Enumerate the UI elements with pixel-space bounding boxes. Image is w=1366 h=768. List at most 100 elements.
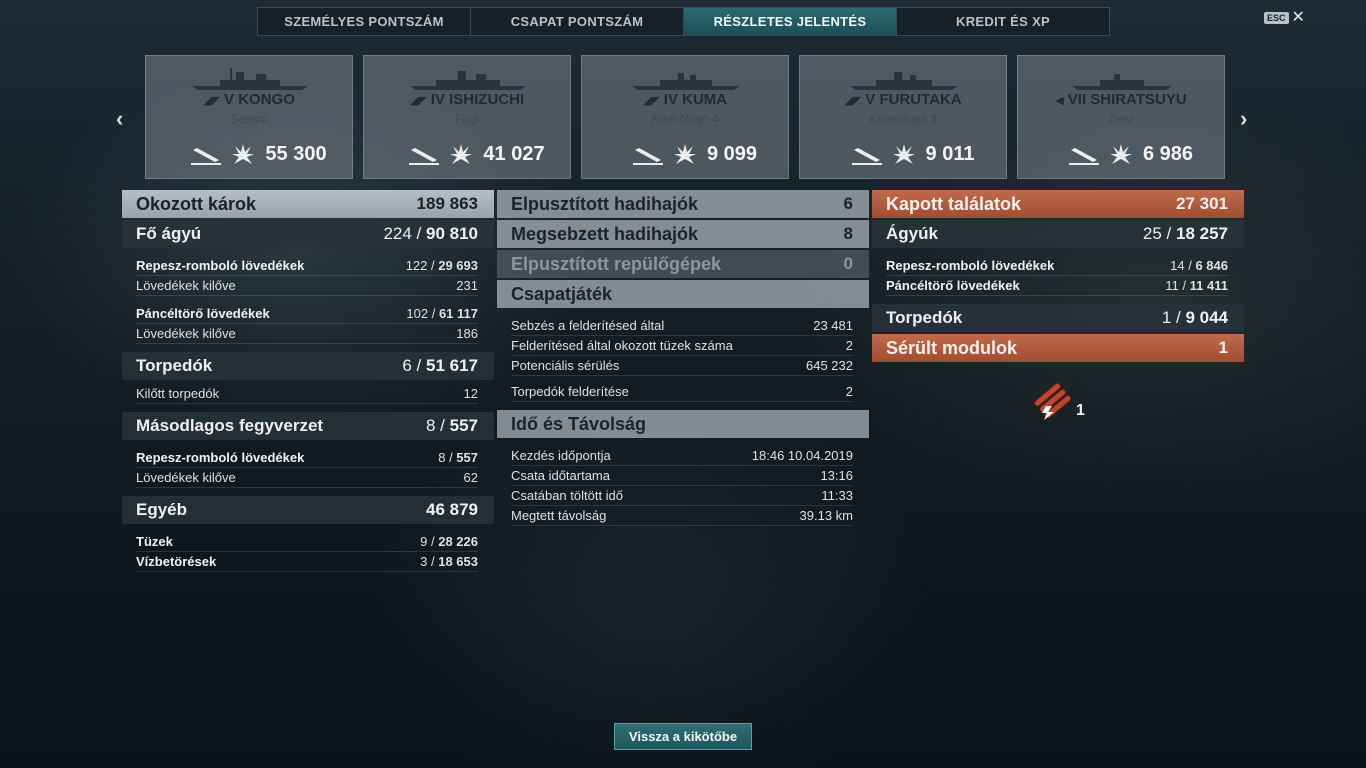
ship-silhouette-icon	[192, 68, 308, 90]
ship-card[interactable]: ◢◤ V FURUTAKA Kísérőhajó 3 9 011	[799, 55, 1007, 179]
return-to-port-button[interactable]: Vissza a kikötőbe	[614, 723, 752, 750]
flooding-count: 3	[420, 554, 428, 569]
destroyer-icon: ◀	[1055, 94, 1064, 107]
cruiser-icon: ◢◤	[642, 94, 660, 107]
received-torpedoes-row: Torpedók 1 / 9 044	[872, 304, 1244, 332]
main-guns-damage: 90 810	[426, 224, 478, 243]
potential-damage-value: 645 232	[806, 358, 853, 373]
ap-fired-row: Lövedékek kilőve 186	[136, 324, 478, 344]
other-row: Egyéb 46 879	[122, 496, 494, 524]
damaged-ships-label: Megsebzett hadihajók	[511, 223, 699, 244]
spotting-fires-value: 2	[845, 338, 853, 353]
start-time-label: Kezdés időpontja	[511, 448, 611, 463]
he-fired-value: 231	[456, 278, 478, 293]
teamplay-header: Csapatjáték	[497, 280, 869, 308]
damage-stat: 6 986	[1058, 142, 1204, 166]
tab-team-score[interactable]: CSAPAT PONTSZÁM	[471, 8, 684, 35]
ship-silhouette-icon	[410, 71, 526, 90]
hits-received-header: Kapott találatok 27 301	[872, 190, 1244, 218]
fires-row: Tüzek 9 / 28 226	[136, 532, 478, 552]
ship-card[interactable]: ◢◤ IV KUMA Kísérőhajó 4 9 099	[581, 55, 789, 179]
ap-fired-label: Lövedékek kilőve	[136, 326, 236, 341]
received-guns-damage: 18 257	[1176, 224, 1228, 243]
damage-value: 41 027	[483, 142, 545, 165]
damaged-module-count: 1	[1076, 402, 1085, 419]
tab-detailed-report[interactable]: RÉSZLETES JELENTÉS	[684, 8, 897, 35]
secondary-row: Másodlagos fegyverzet 8 / 557	[122, 412, 494, 440]
battleship-icon: ◢◤	[203, 94, 221, 107]
ap-shells-label: Páncéltörő lövedékek	[136, 306, 270, 321]
potential-damage-row: Potenciális sérülés 645 232	[511, 356, 853, 376]
ship-name: V KONGO	[224, 91, 295, 108]
previous-arrow-icon[interactable]: ‹	[116, 106, 123, 132]
he-hits: 122	[405, 258, 428, 273]
secondary-he-damage: 557	[456, 450, 478, 465]
damaged-modules-row: Sérült modulok 1	[872, 334, 1244, 362]
received-torpedoes-label: Torpedók	[886, 308, 963, 327]
torpedo-spotting-value: 2	[845, 384, 853, 399]
damaged-module-indicator: 1	[1032, 380, 1085, 420]
damaged-modules-value: 1	[1218, 338, 1228, 357]
sinking-ship-icon	[632, 148, 663, 165]
secondary-damage: 557	[449, 416, 478, 435]
damage-received-panel: Kapott találatok 27 301 Ágyúk 25 / 18 25…	[872, 190, 1244, 364]
tab-personal-score[interactable]: SZEMÉLYES PONTSZÁM	[258, 8, 471, 35]
damage-value: 55 300	[265, 142, 327, 165]
damaged-modules-label: Sérült modulok	[886, 337, 1018, 358]
ship-card[interactable]: ◢◤ IV ISHIZUCHI Fugi 41 027	[363, 55, 571, 179]
ap-shells-row: Páncéltörő lövedékek 102 / 61 117	[136, 304, 478, 324]
torpedoes-fired-value: 12	[463, 386, 478, 401]
damage-value: 9 011	[925, 142, 975, 165]
player-name: Senshi	[230, 112, 268, 126]
ship-silhouette-icon	[850, 72, 958, 90]
ship-name-row: ◢◤ V FURUTAKA	[800, 91, 1006, 108]
he-fired-label: Lövedékek kilőve	[136, 278, 236, 293]
hits-received-value: 27 301	[1176, 194, 1228, 213]
destroyed-ships-row: Elpusztított hadihajók 6	[497, 190, 869, 218]
main-guns-row: Fő ágyú 224 / 90 810	[122, 220, 494, 248]
battle-summary-panel: Elpusztított hadihajók 6 Megsebzett hadi…	[497, 190, 869, 534]
next-arrow-icon[interactable]: ›	[1240, 106, 1247, 132]
ship-name: VII SHIRATSUYU	[1067, 91, 1187, 108]
ship-name-row: ◀ VII SHIRATSUYU	[1018, 91, 1224, 108]
other-value: 46 879	[426, 500, 478, 519]
received-he-hits: 14	[1170, 258, 1185, 273]
close-button[interactable]: ESC ✕	[1264, 10, 1305, 26]
torpedo-damage: 51 617	[426, 356, 478, 375]
ship-name: V FURUTAKA	[865, 91, 962, 108]
damage-stat: 9 011	[840, 142, 986, 166]
damage-stat: 41 027	[404, 142, 550, 166]
secondary-fired-value: 62	[463, 470, 478, 485]
time-in-battle-label: Csatában töltött idő	[511, 488, 624, 503]
spotting-damage-value: 23 481	[813, 318, 853, 333]
battle-duration-value: 13:16	[820, 468, 853, 483]
spotting-damage-row: Sebzés a felderítésed által 23 481	[511, 316, 853, 336]
spotting-damage-label: Sebzés a felderítésed által	[511, 318, 665, 333]
main-guns-label: Fő ágyú	[136, 224, 202, 243]
destroyed-planes-value: 0	[843, 254, 853, 273]
player-name: Kísérőhajó 4	[651, 112, 719, 126]
start-time-value: 18:46 10.04.2019	[751, 448, 853, 463]
start-time-row: Kezdés időpontja 18:46 10.04.2019	[511, 446, 853, 466]
damage-value: 6 986	[1142, 142, 1194, 165]
received-guns-label: Ágyúk	[886, 224, 938, 243]
ship-name-row: ◢◤ V KONGO	[146, 91, 352, 108]
torpedo-tubes-module-icon	[1034, 382, 1072, 420]
explosion-icon	[232, 144, 255, 164]
torpedo-spotting-label: Torpedók felderítése	[511, 384, 629, 399]
damaged-ships-value: 8	[843, 224, 853, 243]
damage-dealt-header: Okozott károk 189 863	[122, 190, 494, 218]
destroyed-planes-label: Elpusztított repülőgépek	[511, 253, 722, 274]
torpedoes-row: Torpedók 6 / 51 617	[122, 352, 494, 380]
report-tabs: SZEMÉLYES PONTSZÁM CSAPAT PONTSZÁM RÉSZL…	[257, 7, 1110, 36]
received-guns-hits: 25	[1142, 224, 1162, 243]
ship-name: IV KUMA	[663, 91, 728, 108]
ship-card[interactable]: ◢◤ V KONGO Senshi 55 300	[145, 55, 353, 179]
ship-silhouette-icon	[632, 73, 740, 90]
distance-label: Megtett távolság	[511, 508, 607, 523]
ship-name-row: ◢◤ IV KUMA	[582, 91, 788, 108]
damage-dealt-panel: Okozott károk 189 863 Fő ágyú 224 / 90 8…	[122, 190, 494, 580]
tab-credits-xp[interactable]: KREDIT ÉS XP	[897, 8, 1109, 35]
ship-card[interactable]: ◀ VII SHIRATSUYU Daki 6 986	[1017, 55, 1225, 179]
flooding-label: Vízbetörések	[136, 554, 217, 569]
